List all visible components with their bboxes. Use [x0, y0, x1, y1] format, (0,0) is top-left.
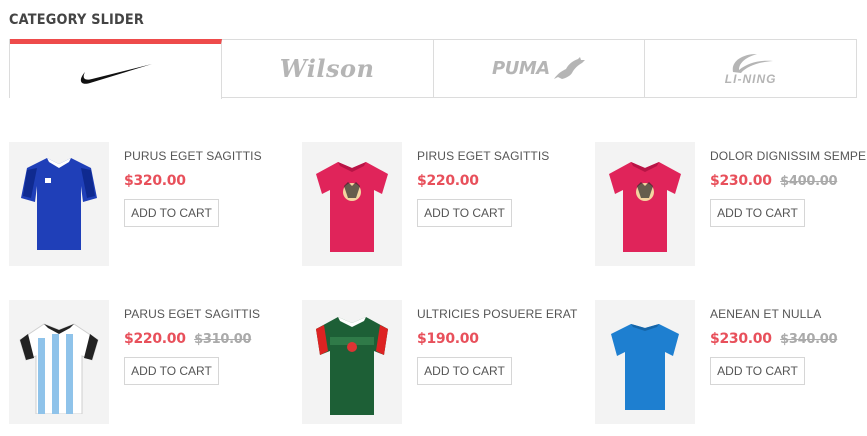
li-ning-mark-icon	[732, 53, 773, 73]
jersey-icon	[21, 158, 97, 250]
product-name[interactable]: PIRUS EGET SAGITTIS	[417, 149, 549, 163]
product-card: PARUS EGET SAGITTIS $220.00 $310.00 ADD …	[9, 300, 279, 426]
product-name[interactable]: PURUS EGET SAGITTIS	[124, 149, 262, 163]
product-price: $220.00	[124, 331, 186, 347]
tshirt-icon	[611, 324, 679, 410]
tshirt-icon	[316, 162, 388, 252]
puma-logo: PUMA	[492, 56, 586, 81]
nike-swoosh-icon	[81, 63, 153, 84]
product-price: $220.00	[417, 173, 479, 189]
product-card: PIRUS EGET SAGITTIS $220.00 ADD TO CART	[302, 142, 572, 268]
blue-tshirt-image[interactable]	[595, 300, 695, 424]
product-name[interactable]: ULTRICIES POSUERE ERAT	[417, 307, 577, 321]
add-to-cart-button[interactable]: ADD TO CART	[124, 199, 219, 227]
product-card: PURUS EGET SAGITTIS $320.00 ADD TO CART	[9, 142, 279, 268]
product-name[interactable]: DOLOR DIGNISSIM SEMPER	[710, 149, 867, 163]
product-card: AENEAN ET NULLA $230.00 $340.00 ADD TO C…	[595, 300, 865, 426]
tshirt-icon	[609, 162, 681, 252]
product-old-price: $400.00	[780, 174, 838, 189]
product-price: $230.00	[710, 173, 772, 189]
blue-jersey-image[interactable]	[9, 142, 109, 266]
li-ning-label: LI-NING	[724, 71, 777, 86]
wilson-logo: Wilson	[279, 54, 375, 83]
product-price: $190.00	[417, 331, 479, 347]
tab-wilson[interactable]: Wilson	[221, 39, 434, 98]
product-name[interactable]: AENEAN ET NULLA	[710, 307, 821, 321]
li-ning-logo: LI-NING	[725, 52, 777, 86]
puma-logo-text: PUMA	[492, 58, 550, 79]
add-to-cart-button[interactable]: ADD TO CART	[710, 199, 805, 227]
price-block: $220.00	[417, 172, 479, 190]
puma-cat-icon	[553, 56, 585, 79]
jersey-icon	[19, 323, 99, 414]
pink-tshirt-image[interactable]	[302, 142, 402, 266]
add-to-cart-button[interactable]: ADD TO CART	[417, 199, 512, 227]
striped-jersey-image[interactable]	[9, 300, 109, 424]
price-block: $190.00	[417, 330, 479, 348]
pink-tshirt-image[interactable]	[595, 142, 695, 266]
brand-tabs: Wilson PUMA LI-NING	[9, 39, 857, 99]
product-old-price: $340.00	[780, 332, 838, 347]
section-title: CATEGORY SLIDER	[9, 12, 144, 28]
product-card: ULTRICIES POSUERE ERAT $190.00 ADD TO CA…	[302, 300, 577, 426]
add-to-cart-button[interactable]: ADD TO CART	[124, 357, 219, 385]
product-old-price: $310.00	[194, 332, 252, 347]
product-price: $320.00	[124, 173, 186, 189]
product-price: $230.00	[710, 331, 772, 347]
green-jersey-image[interactable]	[302, 300, 402, 424]
add-to-cart-button[interactable]: ADD TO CART	[710, 357, 805, 385]
price-block: $320.00	[124, 172, 186, 190]
tab-nike[interactable]	[10, 39, 222, 99]
price-block: $220.00 $310.00	[124, 330, 252, 348]
product-card: DOLOR DIGNISSIM SEMPER $230.00 $400.00 A…	[595, 142, 867, 268]
jersey-icon	[316, 317, 388, 415]
price-block: $230.00 $340.00	[710, 330, 838, 348]
product-name[interactable]: PARUS EGET SAGITTIS	[124, 307, 260, 321]
price-block: $230.00 $400.00	[710, 172, 838, 190]
add-to-cart-button[interactable]: ADD TO CART	[417, 357, 512, 385]
tab-puma[interactable]: PUMA	[433, 39, 646, 98]
tab-li-ning[interactable]: LI-NING	[645, 39, 857, 98]
